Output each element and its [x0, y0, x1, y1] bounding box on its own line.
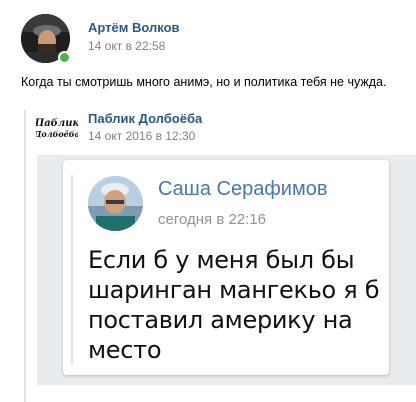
screenshot-timestamp: сегодня в 22:16	[158, 211, 266, 228]
screenshot-author-avatar	[88, 176, 143, 231]
post-text: Когда ты смотришь много анимэ, но и поли…	[21, 75, 387, 89]
screenshot-text-line: шаринган мангекьо я б	[88, 276, 380, 304]
repost-group-name[interactable]: Паблик Долбоёба	[88, 111, 202, 126]
post-author-name[interactable]: Артём Волков	[88, 20, 180, 35]
screenshot-text-line: Если б у меня был бы	[88, 246, 355, 274]
group-logo-text-2: Долбоёба	[36, 129, 78, 139]
screenshot-indent-bar	[71, 175, 73, 365]
repost-timestamp[interactable]: 14 окт 2016 в 12:30	[88, 129, 195, 143]
online-status-indicator	[58, 51, 71, 64]
screenshot-text-line: поставил америку на	[88, 306, 353, 334]
screenshot-post-text: Если б у меня был бы шаринган мангекьо я…	[88, 245, 380, 365]
screenshot-text-line: место	[88, 336, 162, 364]
group-logo[interactable]: Паблик Долбоёба	[33, 112, 80, 144]
screenshot-author-name: Саша Серафимов	[158, 178, 328, 200]
repost-indent-bar	[24, 110, 26, 402]
group-logo-text-1: Паблик	[36, 118, 78, 129]
post-timestamp[interactable]: 14 окт в 22:58	[88, 39, 165, 53]
